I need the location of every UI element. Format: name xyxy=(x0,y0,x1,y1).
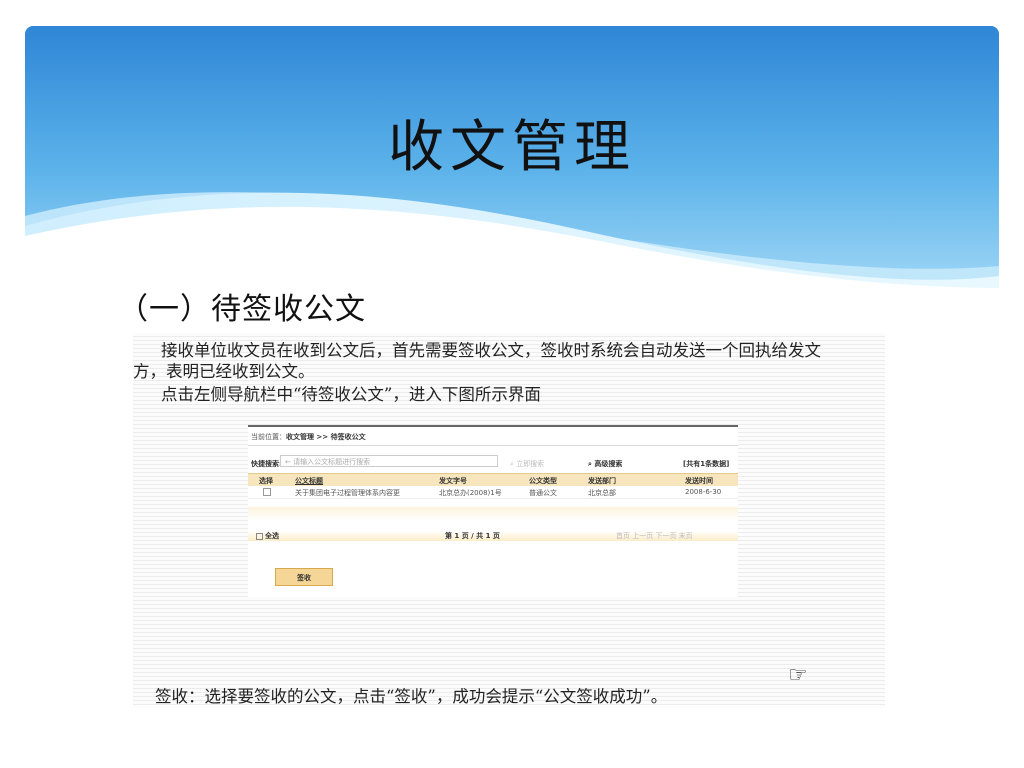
row-send-time: 2008-6-30 xyxy=(685,488,722,496)
divider xyxy=(248,445,738,446)
search-input[interactable]: ← 请输入公文标题进行搜索 xyxy=(280,455,498,467)
slide-title: 收文管理 xyxy=(388,115,636,180)
sign-button[interactable]: 签收 xyxy=(275,568,333,586)
panel-top-border xyxy=(248,425,738,427)
column-header-doc-number: 发文字号 xyxy=(439,477,467,485)
system-ui-panel: 当前位置：收文管理 >> 待签收公文 快捷搜索: ← 请输入公文标题进行搜索 ⌕… xyxy=(248,425,738,597)
row-title-link[interactable]: 关于集团电子过程管理体系内容更 xyxy=(295,488,400,498)
breadcrumb-path[interactable]: 收文管理 >> 待签收公文 xyxy=(286,433,366,441)
column-header-title[interactable]: 公文标题 xyxy=(295,476,323,486)
row-department: 北京总部 xyxy=(588,489,616,497)
select-all-label: 全选 xyxy=(265,532,279,540)
magnifier-icon: ⌕ xyxy=(588,460,592,468)
checkbox-icon xyxy=(256,532,263,540)
breadcrumb-prefix: 当前位置： xyxy=(251,433,286,441)
record-count: [共有1条数据] xyxy=(683,460,730,468)
table-header: 选择 公文标题 发文字号 公文类型 发送部门 发送时间 xyxy=(248,473,738,486)
breadcrumb: 当前位置：收文管理 >> 待签收公文 xyxy=(251,432,366,442)
search-icon: ⌕ xyxy=(510,460,514,468)
pointing-hand-icon: ☞ xyxy=(788,663,808,688)
advanced-search-label: 高级搜索 xyxy=(594,460,623,468)
row-checkbox[interactable] xyxy=(263,488,271,496)
column-header-select: 选择 xyxy=(259,477,273,485)
advanced-search-button[interactable]: ⌕ 高级搜索 xyxy=(588,459,622,469)
doc-paragraph-2: 点击左侧导航栏中“待签收公文”，进入下图所示界面 xyxy=(161,385,541,404)
table-row[interactable]: 关于集团电子过程管理体系内容更 北京总办(2008)1号 普通公文 北京总部 2… xyxy=(248,486,738,499)
search-button[interactable]: ⌕ 立即搜索 xyxy=(510,459,544,469)
pagination-status: 第 1 页 / 共 1 页 xyxy=(445,532,500,540)
quick-search-label: 快捷搜索: xyxy=(251,460,282,468)
document-screenshot: 接收单位收文员在收到公文后，首先需要签收公文，签收时系统会自动发送一个回执给发文… xyxy=(133,333,885,707)
pagination-links[interactable]: 首页 上一页 下一页 末页 xyxy=(616,531,693,541)
column-header-send-time: 发送时间 xyxy=(685,477,713,485)
select-all-checkbox[interactable]: 全选 xyxy=(256,531,279,541)
doc-paragraph-1-line-2: 方，表明已经收到公文。 xyxy=(133,362,315,381)
row-doc-number: 北京总办(2008)1号 xyxy=(439,489,502,497)
doc-paragraph-3: 签收：选择要签收的公文，点击“签收”，成功会提示“公文签收成功”。 xyxy=(155,687,668,706)
column-header-department: 发送部门 xyxy=(588,477,616,485)
search-button-label: 立即搜索 xyxy=(516,460,545,468)
section-heading: （一）待签收公文 xyxy=(118,292,366,327)
row-doc-type: 普通公文 xyxy=(529,489,557,497)
slide-header-banner: 收文管理 xyxy=(25,26,999,288)
column-header-doc-type: 公文类型 xyxy=(529,477,557,485)
